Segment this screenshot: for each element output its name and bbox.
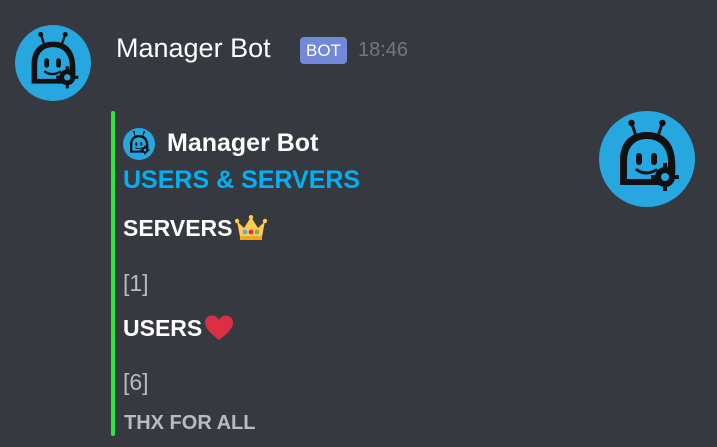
- embed-field-name-servers: SERVERS: [123, 212, 267, 244]
- message-timestamp: 18:46: [358, 39, 409, 61]
- robot-avatar-icon: [30, 30, 80, 90]
- embed-field-value-users: [6]: [123, 369, 149, 395]
- embed-field-value-servers: [1]: [123, 270, 149, 296]
- embed-author-name: Manager Bot: [167, 129, 319, 157]
- red-heart-emoji-icon: [204, 314, 234, 342]
- robot-avatar-icon: [129, 130, 151, 156]
- embed-field-name-users: USERS: [123, 312, 234, 344]
- bot-avatar[interactable]: [15, 25, 91, 101]
- embed-footer: THX FOR ALL: [124, 412, 256, 434]
- crown-emoji-icon: [234, 215, 267, 241]
- embed-color-bar: [111, 111, 115, 436]
- embed-author-icon: [123, 128, 155, 160]
- author-username[interactable]: Manager Bot: [116, 30, 271, 66]
- embed-title[interactable]: USERS & SERVERS: [123, 163, 360, 197]
- bot-tag-badge: BOT: [300, 37, 347, 64]
- field-name-label: USERS: [123, 315, 203, 341]
- robot-avatar-icon: [618, 118, 681, 193]
- embed-thumbnail[interactable]: [599, 111, 695, 207]
- field-name-label: SERVERS: [123, 215, 233, 241]
